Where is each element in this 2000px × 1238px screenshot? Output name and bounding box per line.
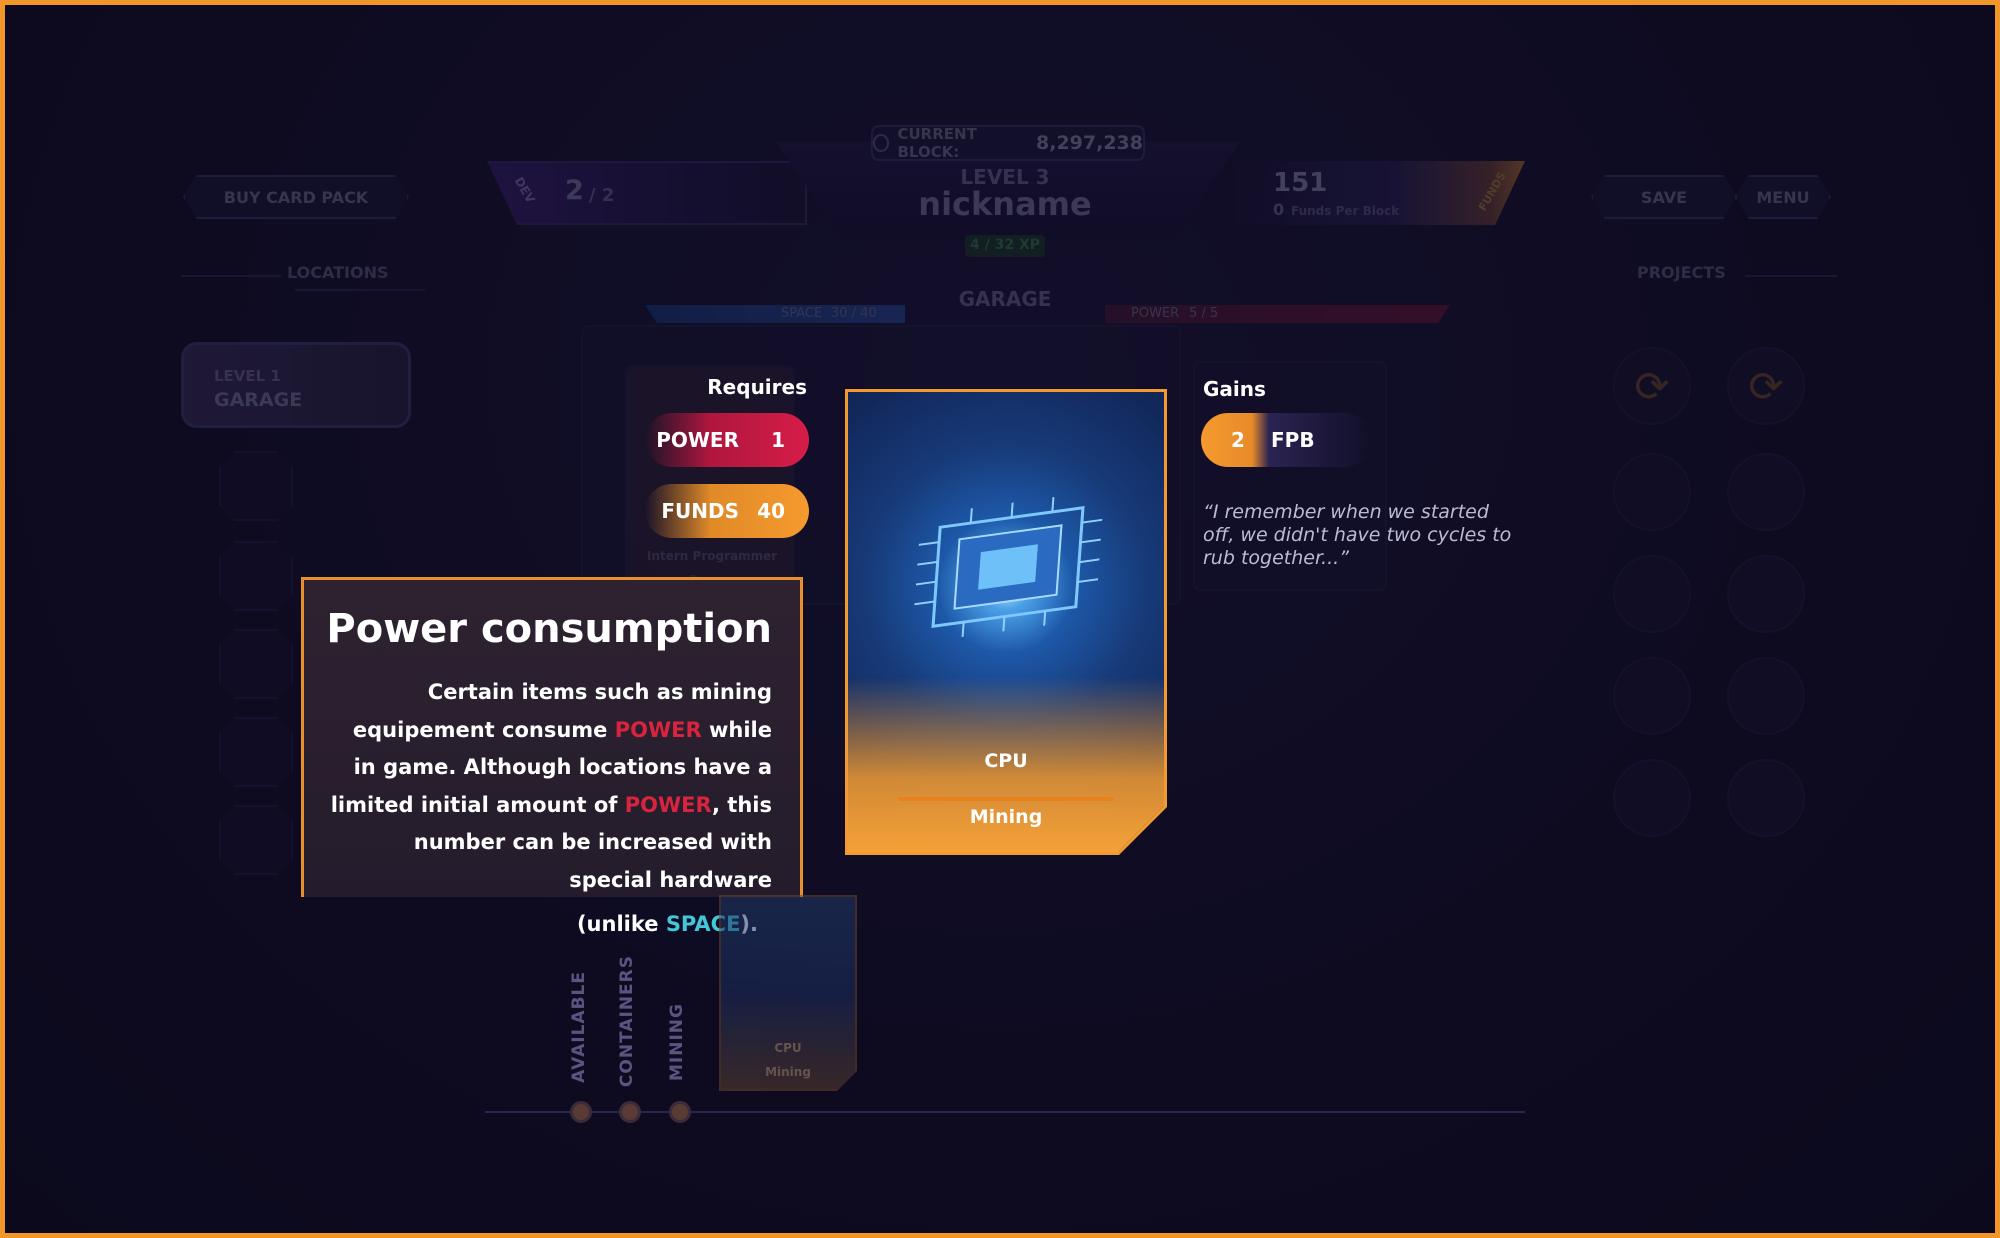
card-flavor-text: “I remember when we started off, we didn… (1203, 501, 1512, 569)
funds-requirement-label: FUNDS (661, 499, 739, 523)
current-block-value: 8,297,238 (1036, 132, 1143, 154)
current-block: CURRENT BLOCK: 8,297,238 (871, 125, 1145, 161)
fpb-value: 0 (1273, 200, 1285, 219)
refresh-icon[interactable]: ⟳ (1613, 347, 1691, 425)
tab-dot[interactable] (570, 1101, 592, 1123)
location-name: GARAGE (214, 389, 303, 411)
project-slot[interactable] (1613, 453, 1691, 531)
location-slot[interactable] (219, 717, 293, 787)
hand-card-cpu[interactable]: CPU Mining (719, 895, 857, 1091)
space-value: 30 / 40 (831, 306, 877, 321)
locations-header: LOCATIONS (287, 263, 389, 282)
projects-divider (1745, 275, 1837, 277)
funds-value: 151 (1273, 168, 1328, 198)
cpu-chip-icon (912, 490, 1105, 644)
current-block-label: CURRENT BLOCK: (897, 125, 977, 161)
buy-card-pack-button[interactable]: BUY CARD PACK (183, 175, 409, 219)
location-slot[interactable] (219, 541, 293, 611)
power-requirement-value: 1 (771, 428, 785, 452)
power-keyword: POWER (614, 717, 702, 742)
power-label: POWER (1131, 306, 1180, 321)
fpb-gain-label: FPB (1271, 428, 1315, 452)
project-slot[interactable] (1727, 657, 1805, 735)
tab-dot[interactable] (619, 1101, 641, 1123)
location-slot[interactable] (219, 629, 293, 699)
tab-dot[interactable] (669, 1101, 691, 1123)
nickname: nickname (918, 185, 1092, 223)
power-requirement-label: POWER (656, 428, 739, 452)
cpu-card[interactable]: CPU Mining (845, 389, 1167, 855)
hand-card-type: Mining (765, 1065, 811, 1079)
tooltip-title: Power consumption (326, 606, 772, 652)
locations-divider (181, 275, 281, 277)
power-keyword: POWER (624, 792, 713, 817)
location-card-garage[interactable]: LEVEL 1 GARAGE (181, 342, 411, 428)
intern-card[interactable]: Intern Programmer Person (625, 365, 795, 595)
project-slot[interactable] (1613, 657, 1691, 735)
gains-title: Gains (1203, 377, 1266, 401)
xp-label: 4 / 32 XP (969, 237, 1040, 253)
intern-card-title: Intern Programmer (647, 549, 778, 563)
project-slot[interactable] (1727, 555, 1805, 633)
tooltip-last-line: (unlike SPACE). (324, 906, 772, 944)
card-name: CPU (984, 750, 1028, 772)
tooltip-text: (unlike (576, 911, 666, 936)
tutorial-tooltip: Power consumption Certain items such as … (301, 577, 803, 936)
refresh-icon[interactable]: ⟳ (1727, 347, 1805, 425)
location-level: LEVEL 1 (214, 367, 281, 385)
projects-header: PROJECTS (1637, 263, 1726, 282)
location-slot[interactable] (219, 451, 293, 521)
tab-available[interactable]: AVAILABLE (569, 971, 589, 1083)
block-icon (873, 134, 890, 152)
tab-mining[interactable]: MINING (667, 1003, 687, 1081)
locations-divider (295, 289, 425, 291)
location-slot[interactable] (219, 805, 293, 875)
dev-count: 2 (565, 175, 584, 206)
project-slot[interactable] (1613, 759, 1691, 837)
funds-requirement: FUNDS 40 (645, 484, 809, 538)
game-screen: Intern Programmer Person BUY CARD PACK D… (0, 0, 2000, 1238)
dev-max: / 2 (589, 185, 615, 206)
project-slot[interactable] (1613, 555, 1691, 633)
card-divider (898, 797, 1114, 801)
card-type: Mining (969, 806, 1043, 828)
tab-containers[interactable]: CONTAINERS (617, 955, 637, 1087)
fpb-label: Funds Per Block (1291, 204, 1400, 218)
location-title: GARAGE (958, 287, 1052, 311)
funds-requirement-value: 40 (757, 499, 785, 523)
project-slot[interactable] (1727, 453, 1805, 531)
power-requirement: POWER 1 (645, 413, 809, 467)
hand-card-name: CPU (774, 1041, 802, 1055)
tabs-divider (485, 1111, 1525, 1113)
project-slot[interactable] (1727, 759, 1805, 837)
power-value: 5 / 5 (1189, 306, 1219, 321)
tooltip-body: Certain items such as mining equipement … (324, 674, 772, 943)
space-label: SPACE (781, 306, 823, 321)
requires-title: Requires (707, 375, 807, 399)
save-button[interactable]: SAVE (1591, 175, 1737, 219)
menu-button[interactable]: MENU (1735, 175, 1831, 219)
fpb-gain: 2 FPB (1201, 413, 1371, 467)
card-art: CPU Mining (848, 392, 1164, 852)
